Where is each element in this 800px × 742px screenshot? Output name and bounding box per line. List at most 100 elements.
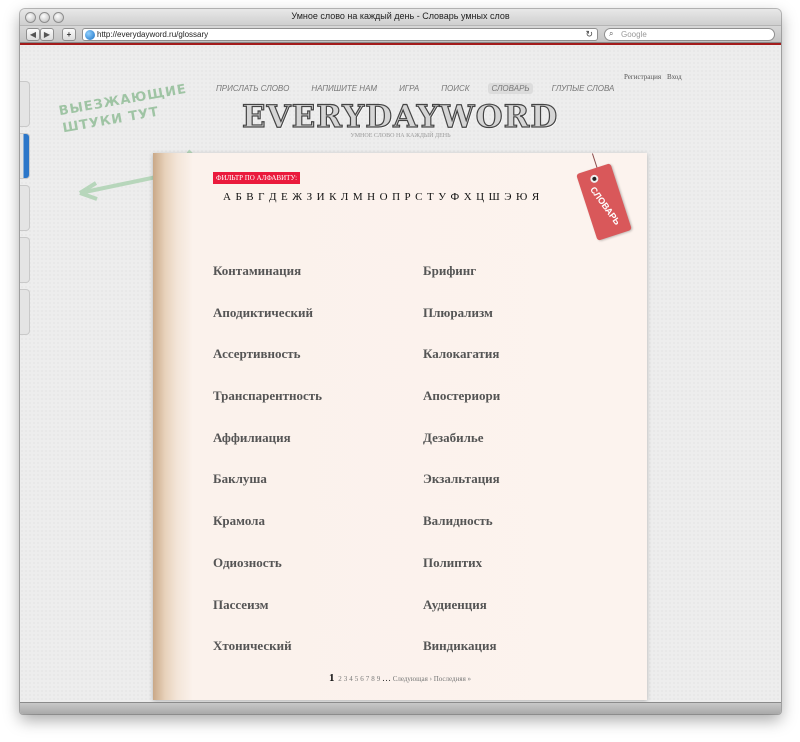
word-row: Контаминация Брифинг — [213, 263, 633, 305]
slide-out-tab-4[interactable] — [20, 237, 30, 283]
slide-out-tab-5[interactable] — [20, 289, 30, 335]
search-field[interactable]: ⌕ Google — [604, 28, 775, 41]
nav-game[interactable]: ИГРА — [396, 83, 422, 94]
globe-icon — [85, 30, 95, 40]
back-button[interactable]: ◀ — [26, 28, 40, 41]
page-link[interactable]: 4 — [349, 675, 353, 683]
alphabet-letter[interactable]: Л — [340, 191, 350, 203]
pager-next[interactable]: Следующая › — [393, 675, 432, 683]
glossary-panel: ФИЛЬТР ПО АЛФАВИТУ: АБВГДЕЖЗИКЛМНОПРСТУФ… — [153, 153, 647, 700]
page-viewport[interactable]: ВЫЕЗЖАЮЩИЕ ШТУКИ ТУТ Регистрация Вход ПР… — [20, 45, 781, 702]
nav-glossary[interactable]: СЛОВАРЬ — [488, 83, 533, 94]
word-row: Крамола Валидность — [213, 513, 633, 555]
page-link[interactable]: 6 — [360, 675, 364, 683]
address-bar[interactable]: http://everydayword.ru/glossary ↻ — [82, 28, 598, 41]
alphabet-letter[interactable]: Ц — [475, 191, 485, 203]
word-link[interactable]: Дезабилье — [423, 430, 633, 472]
word-link[interactable]: Транспарентность — [213, 388, 423, 430]
word-row: Одиозность Полиптих — [213, 555, 633, 597]
browser-window: Умное слово на каждый день - Словарь умн… — [20, 9, 781, 714]
alphabet-letter[interactable]: Ш — [488, 191, 502, 203]
word-link[interactable]: Брифинг — [423, 263, 633, 305]
word-link[interactable]: Одиозность — [213, 555, 423, 597]
search-placeholder: Google — [621, 30, 647, 39]
nav-silly-words[interactable]: ГЛУПЫЕ СЛОВА — [549, 83, 618, 94]
current-page: 1 — [328, 672, 335, 684]
slide-out-tab-2[interactable] — [20, 133, 30, 179]
site-tagline: УМНОЕ СЛОВО НА КАЖДЫЙ ДЕНЬ — [350, 133, 451, 139]
page-link[interactable]: 8 — [371, 675, 375, 683]
word-link[interactable]: Аффилиация — [213, 430, 423, 472]
alphabet-letter[interactable]: Е — [280, 191, 289, 203]
alphabet-letter[interactable]: М — [352, 191, 364, 203]
word-link[interactable]: Контаминация — [213, 263, 423, 305]
alphabet-letter[interactable]: Н — [366, 191, 376, 203]
word-link[interactable]: Пассеизм — [213, 597, 423, 639]
alphabet-letter[interactable]: О — [379, 191, 389, 203]
word-row: Транспарентность Апостериори — [213, 388, 633, 430]
site-logo[interactable]: EVERYDAYWORD — [241, 98, 558, 135]
alphabet-letter[interactable]: К — [328, 191, 338, 203]
word-link[interactable]: Крамола — [213, 513, 423, 555]
alphabet-letter[interactable]: В — [245, 191, 255, 203]
browser-toolbar: ◀ ▶ + http://everydayword.ru/glossary ↻ … — [20, 26, 781, 43]
word-link[interactable]: Аудиенция — [423, 597, 633, 639]
word-link[interactable]: Плюрализм — [423, 305, 633, 347]
status-bar — [20, 702, 781, 714]
url-text[interactable]: http://everydayword.ru/glossary — [97, 30, 208, 39]
page-link[interactable]: 5 — [355, 675, 359, 683]
alphabet-letter[interactable]: С — [414, 191, 424, 203]
alphabet-letter[interactable]: Я — [531, 191, 541, 203]
search-icon: ⌕ — [609, 29, 614, 38]
alphabet-letter[interactable]: У — [437, 191, 447, 203]
titlebar: Умное слово на каждый день - Словарь умн… — [20, 9, 781, 26]
alphabet-letter[interactable]: З — [306, 191, 314, 203]
word-link[interactable]: Баклуша — [213, 471, 423, 513]
login-link[interactable]: Вход — [667, 73, 682, 81]
word-link[interactable]: Ассертивность — [213, 346, 423, 388]
word-row: Ассертивность Калокагатия — [213, 346, 633, 388]
word-row: Аффилиация Дезабилье — [213, 430, 633, 472]
alphabet-letter[interactable]: Б — [234, 191, 243, 203]
register-link[interactable]: Регистрация — [624, 73, 661, 81]
alphabet-letter[interactable]: Г — [257, 191, 266, 203]
forward-button[interactable]: ▶ — [40, 28, 54, 41]
nav-send-word[interactable]: ПРИСЛАТЬ СЛОВО — [213, 83, 292, 94]
add-bookmark-button[interactable]: + — [62, 28, 76, 41]
nav-contact[interactable]: НАПИШИТЕ НАМ — [308, 83, 380, 94]
nav-search[interactable]: ПОИСК — [438, 83, 472, 94]
word-list: Контаминация Брифинг Аподиктический Плюрали… — [213, 263, 633, 680]
alphabet-letter[interactable]: Т — [426, 191, 435, 203]
alphabet-letter[interactable]: И — [316, 191, 326, 203]
word-link[interactable]: Аподиктический — [213, 305, 423, 347]
alphabet-letter[interactable]: Ф — [450, 191, 461, 203]
page-link[interactable]: 3 — [344, 675, 348, 683]
pager-ellipsis: … — [381, 673, 391, 683]
glossary-tag: СЛОВАРЬ — [576, 163, 632, 241]
alphabet-letter[interactable]: Р — [404, 191, 413, 203]
word-link[interactable]: Апостериори — [423, 388, 633, 430]
pager-last[interactable]: Последняя » — [434, 675, 471, 683]
filter-label: ФИЛЬТР ПО АЛФАВИТУ: — [213, 172, 301, 184]
slide-out-tab-3[interactable] — [20, 185, 30, 231]
main-nav: ПРИСЛАТЬ СЛОВО НАПИШИТЕ НАМ ИГРА ПОИСК С… — [213, 83, 617, 94]
alphabet-letter[interactable]: Д — [268, 191, 278, 203]
page-link[interactable]: 7 — [366, 675, 370, 683]
alphabet-letter[interactable]: Ж — [291, 191, 303, 203]
alphabet-letter[interactable]: П — [391, 191, 401, 203]
alphabet-letter[interactable]: А — [222, 191, 232, 203]
window-title: Умное слово на каждый день - Словарь умн… — [291, 11, 510, 21]
alphabet-letter[interactable]: Х — [463, 191, 473, 203]
word-link[interactable]: Валидность — [423, 513, 633, 555]
word-link[interactable]: Полиптих — [423, 555, 633, 597]
word-link[interactable]: Калокагатия — [423, 346, 633, 388]
page-link[interactable]: 2 — [338, 675, 342, 683]
reload-icon[interactable]: ↻ — [585, 29, 593, 40]
slide-out-tab-1[interactable] — [20, 81, 30, 127]
word-row: Аподиктический Плюрализм — [213, 305, 633, 347]
word-row: Пассеизм Аудиенция — [213, 597, 633, 639]
page-link[interactable]: 9 — [377, 675, 381, 683]
word-link[interactable]: Экзальтация — [423, 471, 633, 513]
alphabet-letter[interactable]: Э — [503, 191, 513, 203]
alphabet-letter[interactable]: Ю — [515, 191, 529, 203]
